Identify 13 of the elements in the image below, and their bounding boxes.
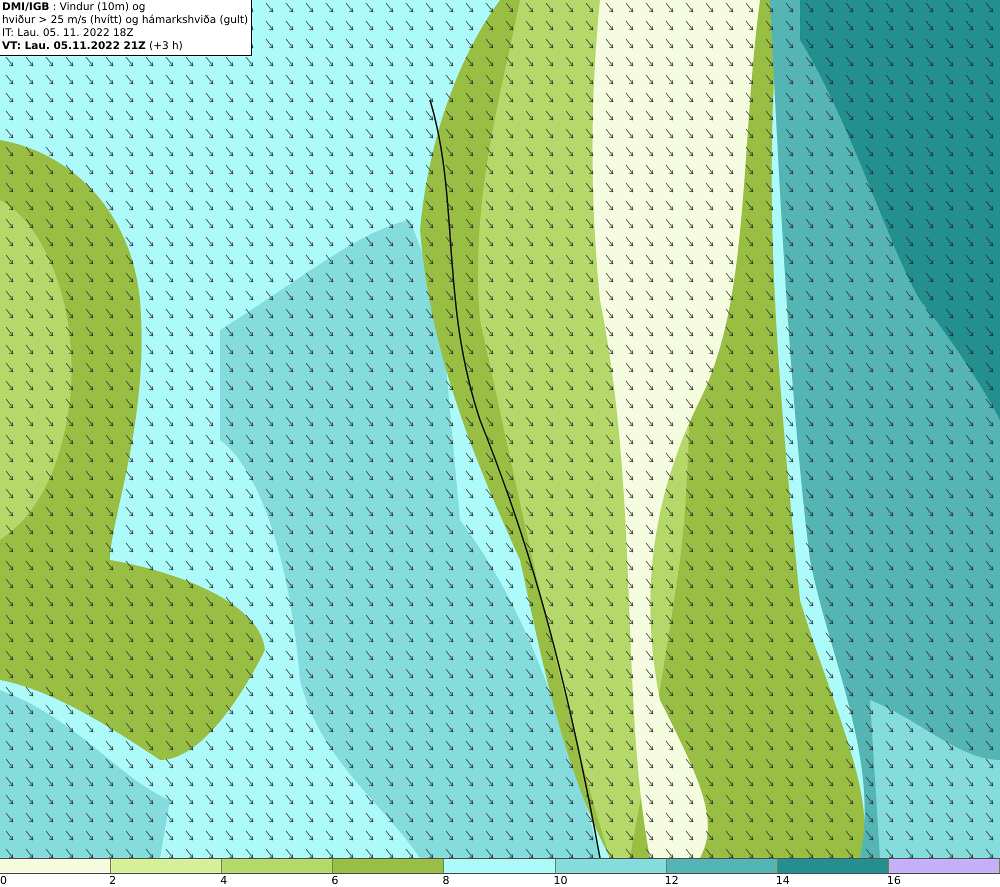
legend-label: 16 (886, 874, 901, 887)
legend-label: 14 (776, 874, 790, 887)
legend-label: 8 (442, 874, 450, 887)
legend-label: 10 (554, 874, 568, 887)
title-line: IT: Lau. 05. 11. 2022 18Z (2, 27, 135, 40)
legend-label: 0 (0, 874, 7, 887)
title-line: hviður > 25 m/s (hvítt) og hámarkshviða (gult) (2, 14, 248, 27)
title-line: VT: Lau. 05.11.2022 21Z (+3 h) (2, 40, 184, 53)
legend-label: 6 (331, 874, 338, 887)
legend-label: 2 (109, 874, 116, 887)
title-line: DMI/IGB : Vindur (10m) og (2, 1, 146, 14)
legend-label: 4 (220, 874, 228, 887)
legend-label: 12 (664, 874, 679, 887)
